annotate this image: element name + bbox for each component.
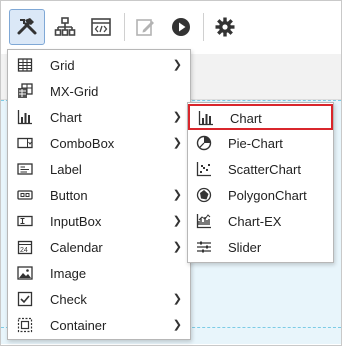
svg-text:24: 24 [20,247,28,254]
chart-submenu: Chart Pie-Chart ScatterChart PolygonChar… [187,102,334,263]
menu-item-label: Image [50,266,87,281]
gear-icon [215,17,235,37]
menu-item-calendar[interactable]: 24 Calendar ❯ [8,234,190,260]
menu-item-label: InputBox [50,214,102,229]
chevron-right-icon: ❯ [172,59,182,71]
chevron-right-icon: ❯ [172,241,182,253]
bar-chart-icon [17,109,33,125]
submenu-item-polygon-chart[interactable]: PolygonChart [188,182,333,208]
bar-chart-icon [198,110,214,126]
menu-item-label: MX-Grid [50,84,99,99]
run-button[interactable] [163,9,199,45]
container-icon [17,317,33,333]
slider-icon [196,239,212,255]
toolbar [1,1,341,53]
submenu-item-label: ScatterChart [228,162,301,177]
menu-item-check[interactable]: Check ❯ [8,286,190,312]
menu-item-chart[interactable]: Chart ❯ [8,104,190,130]
menu-item-label: Button [50,188,88,203]
hierarchy-icon [54,17,76,36]
chevron-right-icon: ❯ [172,293,182,305]
menu-item-label-component[interactable]: Label [8,156,190,182]
submenu-item-scatter-chart[interactable]: ScatterChart [188,156,333,182]
scatter-chart-icon [196,161,212,177]
chevron-right-icon: ❯ [172,215,182,227]
checkbox-icon [17,291,33,307]
edit-button[interactable] [127,9,163,45]
submenu-item-chart[interactable]: Chart [188,104,333,130]
code-view-button[interactable] [83,9,119,45]
submenu-item-label: PolygonChart [228,188,307,203]
button-icon [17,187,33,203]
menu-item-combobox[interactable]: ComboBox ❯ [8,130,190,156]
submenu-item-pie-chart[interactable]: Pie-Chart [188,130,333,156]
pie-chart-icon [196,135,212,151]
edit-icon [136,19,154,36]
image-icon [17,265,33,281]
submenu-item-chart-ex[interactable]: Chart-EX [188,208,333,234]
menu-item-button[interactable]: Button ❯ [8,182,190,208]
grid-icon [17,57,33,73]
menu-item-mx-grid[interactable]: MX-Grid [8,78,190,104]
menu-item-container[interactable]: Container ❯ [8,312,190,338]
label-icon [17,161,33,177]
menu-item-inputbox[interactable]: InputBox ❯ [8,208,190,234]
menu-item-label: ComboBox [50,136,115,151]
menu-item-grid[interactable]: Grid ❯ [8,52,190,78]
code-window-icon [91,18,111,36]
chart-ex-icon [196,213,212,229]
polygon-chart-icon [196,187,212,203]
menu-item-label: Calendar [50,240,103,255]
component-tools-button[interactable] [9,9,45,45]
menu-item-label: Label [50,162,82,177]
submenu-item-label: Chart [230,111,262,126]
inputbox-icon [17,213,33,229]
mx-grid-icon [17,83,33,99]
menu-item-label: Check [50,292,87,307]
submenu-item-label: Slider [228,240,262,255]
chevron-right-icon: ❯ [172,111,182,123]
calendar-icon: 24 [17,239,33,255]
menu-item-label: Container [50,318,107,333]
combobox-icon [17,135,33,151]
play-icon [172,18,190,36]
menu-item-image[interactable]: Image [8,260,190,286]
settings-button[interactable] [207,9,243,45]
submenu-item-slider[interactable]: Slider [188,234,333,260]
chevron-right-icon: ❯ [172,189,182,201]
component-menu: Grid ❯ MX-Grid Chart ❯ ComboBox ❯ Label … [7,49,191,340]
hierarchy-button[interactable] [47,9,83,45]
component-tools-icon [17,18,37,35]
menu-item-label: Grid [50,58,75,73]
chevron-right-icon: ❯ [172,137,182,149]
submenu-item-label: Pie-Chart [228,136,283,151]
submenu-item-label: Chart-EX [228,214,282,229]
toolbar-separator [203,13,204,41]
toolbar-separator [124,13,125,41]
chevron-right-icon: ❯ [172,319,182,331]
menu-item-label: Chart [50,110,82,125]
